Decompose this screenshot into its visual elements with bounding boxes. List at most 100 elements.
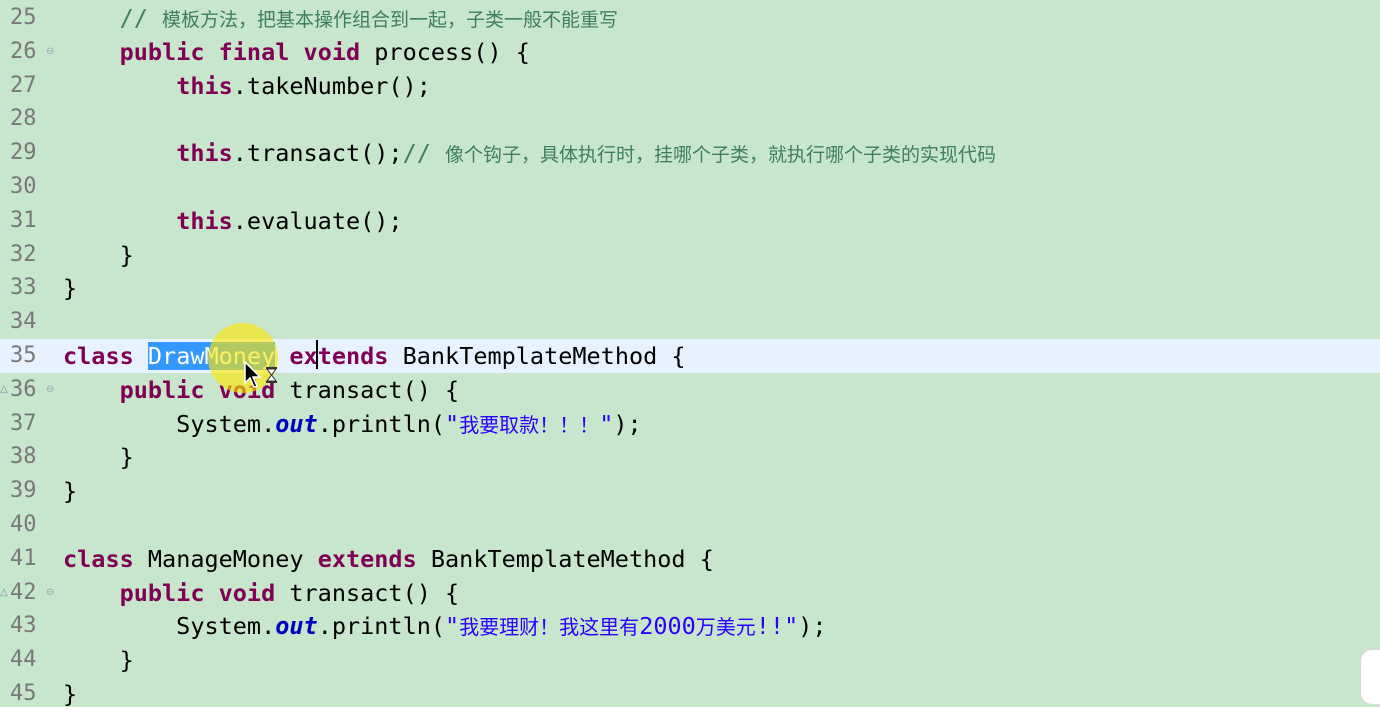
string-token: " [445,612,460,641]
code-text[interactable]: this.transact();// 像个钩子，具体执行时，挂哪个子类，就执行哪… [63,136,996,170]
code-line[interactable]: 43 System.out.println("我要理财！我这里有2000万美元!… [0,609,1380,643]
code-line[interactable]: 29 this.transact();// 像个钩子，具体执行时，挂哪个子类，就… [0,136,1380,170]
code-editor[interactable]: 25 // 模板方法，把基本操作组合到一起，子类一般不能重写 26 ⊖ public… [0,0,1380,707]
fold-collapse-icon[interactable]: ⊖ [46,373,54,407]
keyword-token: public [119,375,205,404]
code-line[interactable]: 40 [0,508,1380,542]
keyword-token: final [218,37,290,66]
string-token: " [599,409,614,438]
line-number: 26 [10,38,37,64]
keyword-token: public [119,578,205,607]
keyword-token: void [303,37,361,66]
code-line[interactable]: △ 42 ⊖ public void transact() { [0,576,1380,610]
code-token: BankTemplateMethod { [388,342,686,370]
code-text[interactable]: public void transact() { [63,576,460,610]
code-token: } [63,646,134,675]
code-text[interactable]: System.out.println("我要理财！我这里有2000万美元!!")… [63,609,827,643]
code-token: } [63,680,78,707]
code-line[interactable]: 26 ⊖ public final void process() { [0,35,1380,69]
comment-token: // [402,139,446,168]
code-line[interactable]: 44 } [0,643,1380,677]
code-text[interactable]: System.out.println("我要取款！！！"); [63,407,641,441]
code-text[interactable]: // 模板方法，把基本操作组合到一起，子类一般不能重写 [63,1,618,35]
code-line[interactable]: 35 class DrawMoney extends BankTemplateMe… [0,339,1380,373]
line-number: 38 [10,444,37,470]
code-token: transact() { [275,578,460,607]
code-line[interactable]: 32 } [0,238,1380,272]
keyword-token: this [176,139,233,168]
line-number: 42 [10,579,37,605]
code-token: ); [798,612,827,641]
override-marker-icon[interactable]: △ [0,373,8,407]
code-text[interactable]: class ManageMoney extends BankTemplateMe… [63,542,714,576]
code-line[interactable]: 27 this.takeNumber(); [0,69,1380,103]
scroll-handle[interactable] [1360,649,1380,705]
code-token: .println( [317,409,446,438]
code-token: .takeNumber(); [232,71,431,100]
code-line[interactable]: 31 this.evaluate(); [0,204,1380,238]
line-number: 45 [10,681,37,706]
code-text[interactable]: this.evaluate(); [63,204,402,238]
keyword-token: public [119,37,205,66]
code-line[interactable]: 33} [0,271,1380,305]
line-number: 43 [10,613,37,639]
code-token: System. [63,409,276,438]
code-text[interactable]: class DrawMoney extends BankTemplateMeth… [63,339,686,373]
code-token: ManageMoney [133,544,318,573]
string-token: 我要理财！我这里有 [459,615,640,640]
code-token: BankTemplateMethod { [416,544,714,573]
string-token: 我要取款！！！ [459,412,600,437]
comment-token: 模板方法，把基本操作组合到一起，子类一般不能重写 [162,9,619,31]
code-token: process() { [360,37,530,66]
fold-collapse-icon[interactable]: ⊖ [46,576,54,610]
override-marker-icon[interactable]: △ [0,576,8,610]
string-token: " [445,409,460,438]
field-token: out [275,409,318,438]
line-number: 34 [10,309,37,335]
line-number: 40 [10,512,37,537]
code-line[interactable]: 28 [0,102,1380,136]
code-text[interactable]: } [63,271,77,305]
code-text[interactable]: } [63,474,77,508]
code-token: transact() { [275,375,460,404]
code-line[interactable]: 30 [0,170,1380,204]
line-number: 35 [10,343,37,368]
code-text[interactable]: } [63,440,134,474]
code-line[interactable]: △36⊖ public void transact() { [0,373,1380,407]
code-line[interactable]: 37 System.out.println("我要取款！！！"); [0,407,1380,441]
code-text[interactable]: } [63,677,77,707]
string-token: 万美元 [695,615,756,640]
line-number: 25 [10,5,37,30]
code-text[interactable]: } [63,238,134,272]
code-line[interactable]: 45} [0,677,1380,707]
keyword-token: this [176,71,233,100]
keyword-token: extends [317,544,417,573]
code-text[interactable]: } [63,643,134,677]
line-number: 36 [10,376,37,402]
line-number: 29 [10,140,37,166]
line-number: 32 [10,241,37,267]
code-token: System. [63,612,276,641]
line-number: 27 [10,72,37,98]
fold-collapse-icon[interactable]: ⊖ [46,35,54,69]
code-token: .println( [317,612,446,641]
code-text[interactable]: public final void process() { [63,35,530,69]
code-line[interactable]: 38 } [0,440,1380,474]
keyword-token: void [218,578,276,607]
code-line[interactable]: 34 [0,305,1380,339]
mouse-cursor-icon [244,361,277,388]
keyword-token: class [63,544,134,573]
code-line[interactable]: 41 class ManageMoney extends BankTemplate… [0,542,1380,576]
code-line[interactable]: 39} [0,474,1380,508]
code-text[interactable]: this.takeNumber(); [63,69,431,103]
code-line[interactable]: 25 // 模板方法，把基本操作组合到一起，子类一般不能重写 [0,1,1380,35]
code-token: } [63,240,134,269]
